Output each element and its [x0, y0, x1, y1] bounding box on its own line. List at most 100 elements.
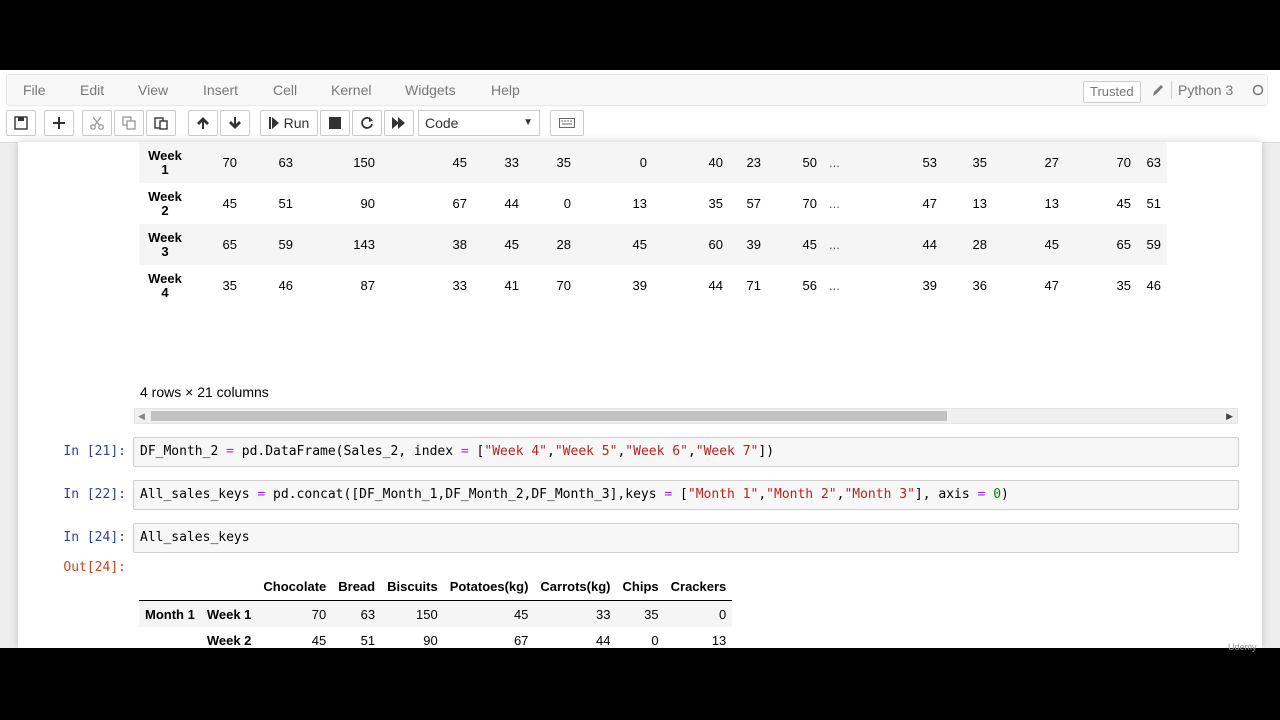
- table-cell: 13: [711, 632, 727, 648]
- table-cell: 47: [922, 196, 937, 211]
- jupyter-window: File Edit View Insert Cell Kernel Widget…: [0, 70, 1280, 648]
- code-cell-24[interactable]: All_sales_keys: [133, 523, 1239, 553]
- menu-help[interactable]: Help: [491, 75, 520, 105]
- code-token: "Week 5": [554, 444, 618, 459]
- menu-insert[interactable]: Insert: [203, 75, 238, 105]
- row-index-label: Week 2: [139, 183, 191, 224]
- restart-button[interactable]: [352, 110, 382, 136]
- paste-icon: [154, 116, 168, 130]
- code-token: All_sales_keys: [140, 530, 250, 545]
- index-header-blank: [139, 572, 201, 601]
- row-index-number: 1: [161, 161, 169, 177]
- code-cell-21[interactable]: DF_Month_2 = pd.DataFrame(Sales_2, index…: [133, 437, 1239, 467]
- scroll-left-icon[interactable]: ◀: [138, 409, 145, 423]
- column-header: Crackers: [664, 572, 733, 601]
- table-cell: 63: [1137, 142, 1167, 183]
- table-row: Week 2 45 51 90 67 44 0 13: [139, 627, 732, 648]
- menu-kernel[interactable]: Kernel: [331, 75, 371, 105]
- menu-file[interactable]: File: [23, 75, 46, 105]
- code-token: DF_Month_2: [140, 444, 227, 459]
- table-cell: 38: [381, 224, 473, 265]
- scroll-right-icon[interactable]: ▶: [1226, 409, 1233, 423]
- table-row: Week 2 45 51 90 67 44 0 13 35 57 70... 47 13 13 45 51: [139, 183, 1167, 224]
- insert-cell-button[interactable]: [44, 110, 74, 136]
- table-cell: 65: [1065, 224, 1137, 265]
- table-cell: 67: [513, 632, 529, 648]
- table-cell: ...: [829, 196, 840, 211]
- cut-button[interactable]: [82, 110, 112, 136]
- fast-forward-icon: [392, 117, 406, 129]
- save-button[interactable]: [6, 110, 36, 136]
- table-cell: 45: [767, 224, 823, 265]
- table-cell: 46: [278, 278, 293, 293]
- table-cell: 51: [278, 196, 293, 211]
- output-area: Chocolate Bread Biscuits Potatoes(kg) Carrot…: [139, 572, 799, 648]
- table-row: Week 4 35 46 87 33 41 70 39 44 71 56... 39 36 47 35 46: [139, 265, 1167, 306]
- table-cell: 63: [332, 600, 382, 627]
- table-cell: 28: [525, 224, 577, 265]
- menu-cell[interactable]: Cell: [273, 75, 297, 105]
- horizontal-scrollbar[interactable]: ◀ ▶: [134, 408, 1238, 424]
- code-token: ,: [687, 444, 696, 459]
- watermark-logo: Udemy: [1228, 642, 1257, 652]
- table-cell: 33: [534, 600, 617, 627]
- row-index-label: Week 1: [139, 142, 191, 183]
- keyboard-icon: [559, 118, 575, 128]
- move-up-button[interactable]: [188, 110, 218, 136]
- table-cell: 143: [299, 224, 381, 265]
- menu-view[interactable]: View: [138, 75, 168, 105]
- code-token: [: [672, 487, 688, 502]
- code-cell-22[interactable]: All_sales_keys = pd.concat([DF_Month_1,D…: [133, 480, 1239, 510]
- pencil-icon[interactable]: [1151, 75, 1165, 105]
- table-cell: 35: [222, 278, 237, 293]
- menu-edit[interactable]: Edit: [80, 75, 104, 105]
- table-cell: 35: [616, 600, 665, 627]
- table-cell: 45: [577, 224, 653, 265]
- table-cell: 33: [452, 278, 467, 293]
- code-token: =: [460, 444, 469, 459]
- table-cell: 70: [1065, 142, 1137, 183]
- table-cell: 87: [360, 278, 375, 293]
- code-token: pd.concat([DF_Month_1,DF_Month_2,DF_Mont…: [265, 487, 665, 502]
- scrollbar-thumb[interactable]: [151, 411, 947, 421]
- cell-prompt-21: In [21]:: [63, 444, 126, 459]
- paste-button[interactable]: [146, 110, 176, 136]
- column-header: Chocolate: [257, 572, 333, 601]
- row-index-label: Week 1: [200, 600, 258, 627]
- move-down-button[interactable]: [220, 110, 250, 136]
- previous-output-table: Week 1 70 63 150 45 33 35 0 40 23 50... 53 35 27 70 63 We…: [139, 142, 1239, 334]
- stop-icon: [329, 117, 341, 129]
- row-index-text: Week: [148, 188, 182, 204]
- table-cell: 44: [504, 196, 519, 211]
- code-token: "Week 4": [484, 444, 548, 459]
- table-cell: 67: [452, 196, 467, 211]
- table-cell: 39: [729, 224, 767, 265]
- table-cell: 27: [993, 142, 1065, 183]
- row-index-number: 4: [161, 284, 169, 300]
- cell-prompt-24: In [24]:: [63, 530, 126, 545]
- code-token: =: [226, 444, 234, 459]
- copy-button[interactable]: [114, 110, 144, 136]
- run-button[interactable]: Run: [260, 110, 318, 136]
- table-cell: 45: [381, 142, 473, 183]
- table-cell: 0: [563, 196, 571, 211]
- toolbar: Run Code ▼: [6, 110, 1268, 138]
- cell-type-select[interactable]: Code ▼: [418, 110, 540, 136]
- command-palette-button[interactable]: [550, 110, 584, 136]
- table-cell: 70: [191, 142, 243, 183]
- table-cell: 56: [802, 278, 817, 293]
- column-header: Carrots(kg): [534, 572, 617, 601]
- table-cell: 44: [708, 278, 723, 293]
- code-token: ], axis: [914, 487, 978, 502]
- code-token: ,: [547, 444, 555, 459]
- table-cell: 23: [729, 142, 767, 183]
- trusted-indicator[interactable]: Trusted: [1083, 81, 1141, 103]
- interrupt-button[interactable]: [320, 110, 350, 136]
- dataframe-shape: 4 rows × 21 columns: [140, 384, 269, 400]
- restart-run-all-button[interactable]: [384, 110, 414, 136]
- code-token: "Month 3": [844, 487, 915, 502]
- menu-widgets[interactable]: Widgets: [405, 75, 456, 105]
- table-cell: 90: [360, 196, 375, 211]
- kernel-name: Python 3: [1171, 81, 1233, 99]
